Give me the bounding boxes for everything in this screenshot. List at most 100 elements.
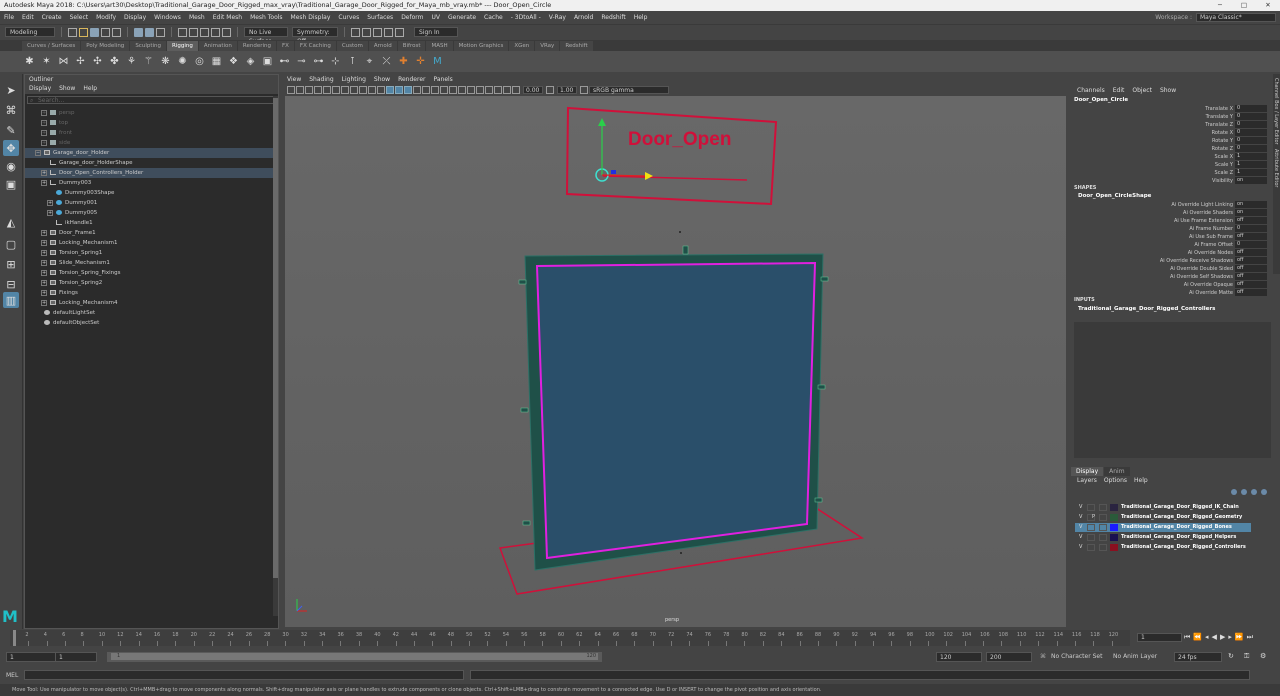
- gate-mask-icon[interactable]: [350, 85, 358, 94]
- menu-mesh-display[interactable]: Mesh Display: [291, 14, 331, 21]
- channel-value[interactable]: on: [1235, 177, 1267, 184]
- expand-toggle-icon[interactable]: −: [35, 149, 41, 156]
- outliner-item[interactable]: + front: [25, 128, 274, 138]
- layer-playback-box[interactable]: [1099, 544, 1107, 551]
- menu-edit-mesh[interactable]: Edit Mesh: [213, 14, 242, 21]
- two-view-icon[interactable]: ⊟: [3, 276, 19, 292]
- smooth-shade-icon[interactable]: [395, 85, 403, 94]
- workspace-selector[interactable]: Workspace : Maya Classic*: [1155, 11, 1276, 23]
- new-scene-icon[interactable]: [68, 27, 77, 37]
- shelf-tab-animation[interactable]: Animation: [198, 41, 237, 51]
- menu-edit[interactable]: Edit: [22, 14, 34, 21]
- preferences-icon[interactable]: ⚙: [1260, 652, 1266, 660]
- viewport-menu-shading[interactable]: Shading: [309, 76, 333, 84]
- wrap-icon[interactable]: ▣: [260, 54, 275, 69]
- shelf-tab-arnold[interactable]: Arnold: [368, 41, 397, 51]
- shelf-tab-mash[interactable]: MASH: [426, 41, 453, 51]
- outliner-item[interactable]: + Dummy001: [25, 198, 274, 208]
- resolution-gate-icon[interactable]: [341, 85, 349, 94]
- ipr-render-icon[interactable]: [362, 27, 371, 37]
- use-lights-icon[interactable]: [422, 85, 430, 94]
- step-back-frame-icon[interactable]: ◂: [1205, 633, 1209, 642]
- shelf-tab-xgen[interactable]: XGen: [509, 41, 535, 51]
- xray-joints-icon[interactable]: [494, 85, 502, 94]
- channel-value[interactable]: 1: [1235, 153, 1267, 160]
- layer-type[interactable]: P: [1092, 513, 1095, 522]
- grid-icon[interactable]: [323, 85, 331, 94]
- channel-value[interactable]: 0: [1235, 105, 1267, 112]
- layer-menu-options[interactable]: Options: [1104, 476, 1127, 486]
- layer-color-swatch[interactable]: [1110, 544, 1118, 551]
- expand-toggle-icon[interactable]: +: [41, 119, 47, 126]
- connect-joint-icon[interactable]: ✤: [107, 54, 122, 69]
- select-tool-icon[interactable]: ➤: [3, 82, 19, 98]
- lasso-tool-icon[interactable]: ⌘: [3, 102, 19, 118]
- render-settings-icon[interactable]: [373, 27, 382, 37]
- outliner-item[interactable]: + Slide_Mechanism1: [25, 258, 274, 268]
- go-to-start-icon[interactable]: ⏮: [1184, 633, 1190, 642]
- layer-visibility[interactable]: V: [1079, 503, 1082, 512]
- outliner-item[interactable]: + Locking_Mechanism1: [25, 238, 274, 248]
- outliner-search-input[interactable]: ⌕ Search...: [27, 96, 276, 104]
- character-set-dropdown[interactable]: No Character Set: [1048, 652, 1106, 662]
- outliner-item[interactable]: Garage_door_HolderShape: [25, 158, 274, 168]
- menu-v-ray[interactable]: V-Ray: [549, 14, 566, 21]
- wireframe-on-shaded-icon[interactable]: [404, 85, 412, 94]
- menu-mesh-tools[interactable]: Mesh Tools: [250, 14, 282, 21]
- isolate-select-icon[interactable]: [476, 85, 484, 94]
- camera-attributes-icon[interactable]: [296, 85, 304, 94]
- shelf-tab-fx[interactable]: FX: [276, 41, 294, 51]
- shape-attr-value[interactable]: on: [1235, 209, 1267, 216]
- expand-toggle-icon[interactable]: +: [41, 279, 47, 286]
- safe-action-icon[interactable]: [368, 85, 376, 94]
- channel-row[interactable]: Visibility on: [1071, 177, 1271, 185]
- menu-modify[interactable]: Modify: [96, 14, 116, 21]
- viewport-menu-view[interactable]: View: [287, 76, 301, 84]
- expand-toggle-icon[interactable]: +: [41, 269, 47, 276]
- outliner-item[interactable]: + Door_Frame1: [25, 228, 274, 238]
- outliner-item[interactable]: + Torsion_Spring_Fixings: [25, 268, 274, 278]
- shape-attr-row[interactable]: Ai Override Matte off: [1071, 289, 1271, 297]
- open-scene-icon[interactable]: [79, 27, 88, 37]
- shape-attr-value[interactable]: off: [1235, 281, 1267, 288]
- scale-constraint-icon[interactable]: ⊹: [328, 54, 343, 69]
- layer-playback-box[interactable]: [1099, 524, 1107, 531]
- channel-menu-channels[interactable]: Channels: [1077, 87, 1105, 94]
- shape-attr-value[interactable]: off: [1235, 217, 1267, 224]
- layer-row[interactable]: V Traditional_Garage_Door_Rigged_Helpers: [1075, 533, 1251, 542]
- expand-toggle-icon[interactable]: +: [41, 179, 47, 186]
- channel-value[interactable]: 0: [1235, 113, 1267, 120]
- ik-handle-icon[interactable]: ⚘: [124, 54, 139, 69]
- shelf-tab-motion-graphics[interactable]: Motion Graphics: [453, 41, 509, 51]
- channel-row[interactable]: Rotate X0: [1071, 129, 1271, 137]
- anti-aliasing-icon[interactable]: [458, 85, 466, 94]
- gamma-icon[interactable]: [546, 85, 554, 94]
- shape-attr-row[interactable]: Ai Use Frame Extension off: [1071, 217, 1271, 225]
- expand-toggle-icon[interactable]: +: [47, 199, 53, 206]
- undo-icon[interactable]: [101, 27, 110, 37]
- outliner-item[interactable]: + Dummy005: [25, 208, 274, 218]
- menu-redshift[interactable]: Redshift: [601, 14, 625, 21]
- character-set-icon[interactable]: ⌘: [1040, 653, 1046, 660]
- depth-of-field-icon[interactable]: [467, 85, 475, 94]
- layer-visibility[interactable]: V: [1079, 513, 1082, 522]
- layer-row[interactable]: V Traditional_Garage_Door_Rigged_Controll…: [1075, 543, 1251, 552]
- outliner-item[interactable]: defaultObjectSet: [25, 318, 274, 328]
- shape-attr-value[interactable]: off: [1235, 249, 1267, 256]
- cluster-icon[interactable]: ❖: [226, 54, 241, 69]
- shape-attr-row[interactable]: Ai Frame Number 0: [1071, 225, 1271, 233]
- shelf-tab-custom[interactable]: Custom: [336, 41, 368, 51]
- menu-help[interactable]: Help: [634, 14, 648, 21]
- perspective-viewport[interactable]: Door_Open persp: [285, 96, 1066, 627]
- channel-row[interactable]: Scale Z1: [1071, 169, 1271, 177]
- shape-attr-row[interactable]: Ai Override Receive Shadows off: [1071, 257, 1271, 265]
- ik-spline-icon[interactable]: ⚚: [141, 54, 156, 69]
- shape-attr-row[interactable]: Ai Override Light Linking on: [1071, 201, 1271, 209]
- go-to-end-icon[interactable]: ⏭: [1247, 633, 1253, 642]
- layer-menu-layers[interactable]: Layers: [1077, 476, 1097, 486]
- shape-attr-value[interactable]: 0: [1235, 241, 1267, 248]
- viewport-menu-panels[interactable]: Panels: [433, 76, 452, 84]
- layer-menu-help[interactable]: Help: [1134, 476, 1148, 486]
- tab-display[interactable]: Display: [1071, 467, 1104, 476]
- shape-attr-value[interactable]: 0: [1235, 225, 1267, 232]
